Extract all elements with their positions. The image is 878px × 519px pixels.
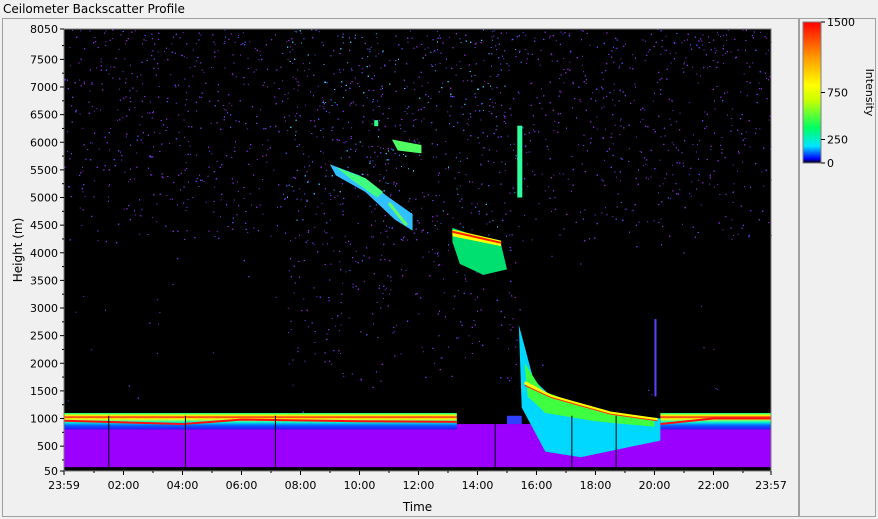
x-tick-label: 18:00 <box>580 479 612 492</box>
x-tick-label: 23:59 <box>48 479 80 492</box>
colorbar-tick-label: 0 <box>827 157 834 170</box>
boundary-layer-fragment <box>506 415 522 425</box>
x-tick-label: 23:57 <box>755 479 787 492</box>
colorbar-label: Intensity <box>863 69 876 117</box>
x-tick-label: 20:00 <box>639 479 671 492</box>
x-tick-label: 16:00 <box>521 479 553 492</box>
vertical-plume <box>517 125 523 198</box>
backscatter-chart: 5050010001500200025003000350040004500500… <box>11 16 876 514</box>
y-tick-label: 4000 <box>30 247 58 260</box>
boundary-layer-band-evening <box>660 412 771 430</box>
colorbar-tick-label: 1500 <box>827 16 855 29</box>
colorbar-tick-label: 250 <box>827 134 848 147</box>
y-tick-label: 1500 <box>30 385 58 398</box>
precip-streak <box>654 319 657 397</box>
y-tick-label: 3000 <box>30 302 58 315</box>
x-tick-label: 06:00 <box>226 479 258 492</box>
colorbar-tick-label: 750 <box>827 87 848 100</box>
y-tick-label: 1000 <box>30 413 58 426</box>
y-tick-label: 7000 <box>30 81 58 94</box>
y-tick-label: 6000 <box>30 136 58 149</box>
x-tick-label: 02:00 <box>108 479 140 492</box>
colorbar-gradient <box>802 21 822 164</box>
y-tick-label: 500 <box>37 440 58 453</box>
y-tick-label: 4500 <box>30 219 58 232</box>
x-tick-label: 10:00 <box>344 479 376 492</box>
y-axis-label: Height (m) <box>11 218 25 283</box>
y-tick-label: 6500 <box>30 109 58 122</box>
y-tick-label: 5500 <box>30 164 58 177</box>
y-tick-label: 2500 <box>30 330 58 343</box>
x-tick-label: 08:00 <box>285 479 317 492</box>
y-tick-label: 50 <box>44 465 58 478</box>
y-tick-label: 7500 <box>30 53 58 66</box>
y-tick-label: 8050 <box>30 23 58 36</box>
x-tick-label: 12:00 <box>403 479 435 492</box>
x-tick-label: 14:00 <box>462 479 494 492</box>
plot-background <box>64 29 771 471</box>
x-axis-label: Time <box>402 500 432 514</box>
y-tick-label: 3500 <box>30 274 58 287</box>
cloud-fleck <box>374 120 379 127</box>
surface-layer <box>64 424 771 471</box>
y-tick-label: 5000 <box>30 192 58 205</box>
x-tick-label: 04:00 <box>167 479 199 492</box>
y-tick-label: 2000 <box>30 357 58 370</box>
x-tick-label: 22:00 <box>698 479 730 492</box>
bottom-strip <box>64 467 771 471</box>
